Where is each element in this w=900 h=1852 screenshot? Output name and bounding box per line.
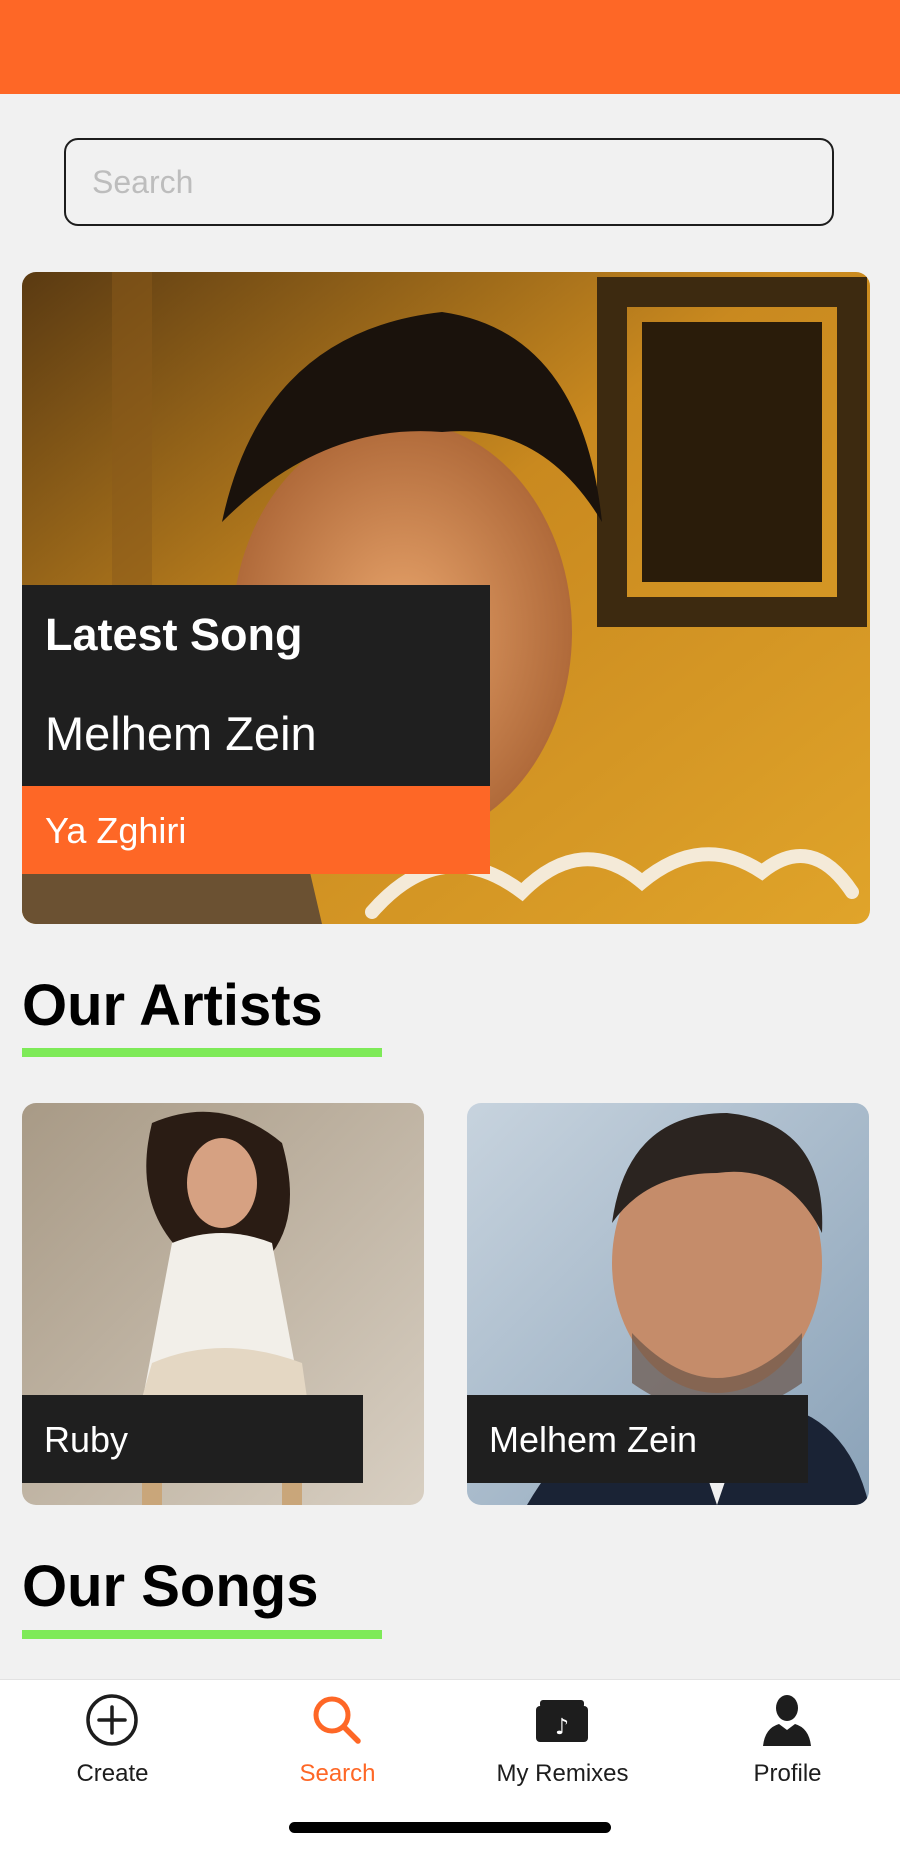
music-archive-icon: ♪ (536, 1700, 588, 1742)
our-songs-heading: Our Songs (22, 1554, 319, 1619)
latest-song-info-panel: Latest Song Melhem Zein (22, 585, 490, 786)
artist-card-ruby[interactable]: Ruby (22, 1103, 424, 1505)
our-artists-underline (22, 1048, 382, 1057)
latest-song-heading: Latest Song (45, 609, 303, 660)
latest-song-artist: Melhem Zein (45, 707, 317, 760)
search-icon (313, 1696, 361, 1744)
tab-my-remixes[interactable]: ♪ My Remixes (450, 1680, 675, 1790)
tab-search[interactable]: Search (225, 1680, 450, 1790)
our-artists-heading: Our Artists (22, 973, 323, 1038)
artist-name: Ruby (44, 1419, 129, 1460)
latest-song-title-bar[interactable]: Ya Zghiri (22, 786, 490, 874)
artist-card-melhem-zein[interactable]: Melhem Zein (467, 1103, 869, 1505)
person-icon (763, 1695, 811, 1746)
top-header-bar (0, 0, 900, 94)
latest-song-title: Ya Zghiri (45, 810, 187, 851)
search-box[interactable] (64, 138, 834, 226)
tab-search-label: Search (299, 1760, 376, 1787)
tab-create[interactable]: Create (0, 1680, 225, 1790)
svg-text:♪: ♪ (555, 1715, 569, 1740)
search-input[interactable] (90, 140, 814, 225)
our-songs-underline (22, 1630, 382, 1639)
tab-profile[interactable]: Profile (675, 1680, 900, 1790)
latest-song-card[interactable]: Latest Song Melhem Zein Ya Zghiri (22, 272, 870, 924)
tab-my-remixes-label: My Remixes (496, 1760, 629, 1787)
plus-circle-icon (86, 1694, 138, 1746)
artist-name-panel: Ruby (22, 1395, 363, 1483)
tab-create-label: Create (76, 1760, 149, 1787)
home-indicator (289, 1822, 611, 1833)
artist-name-panel: Melhem Zein (467, 1395, 808, 1483)
app-screen: Latest Song Melhem Zein Ya Zghiri Our Ar… (0, 0, 900, 1852)
artist-name: Melhem Zein (489, 1419, 698, 1460)
tab-profile-label: Profile (753, 1760, 822, 1787)
